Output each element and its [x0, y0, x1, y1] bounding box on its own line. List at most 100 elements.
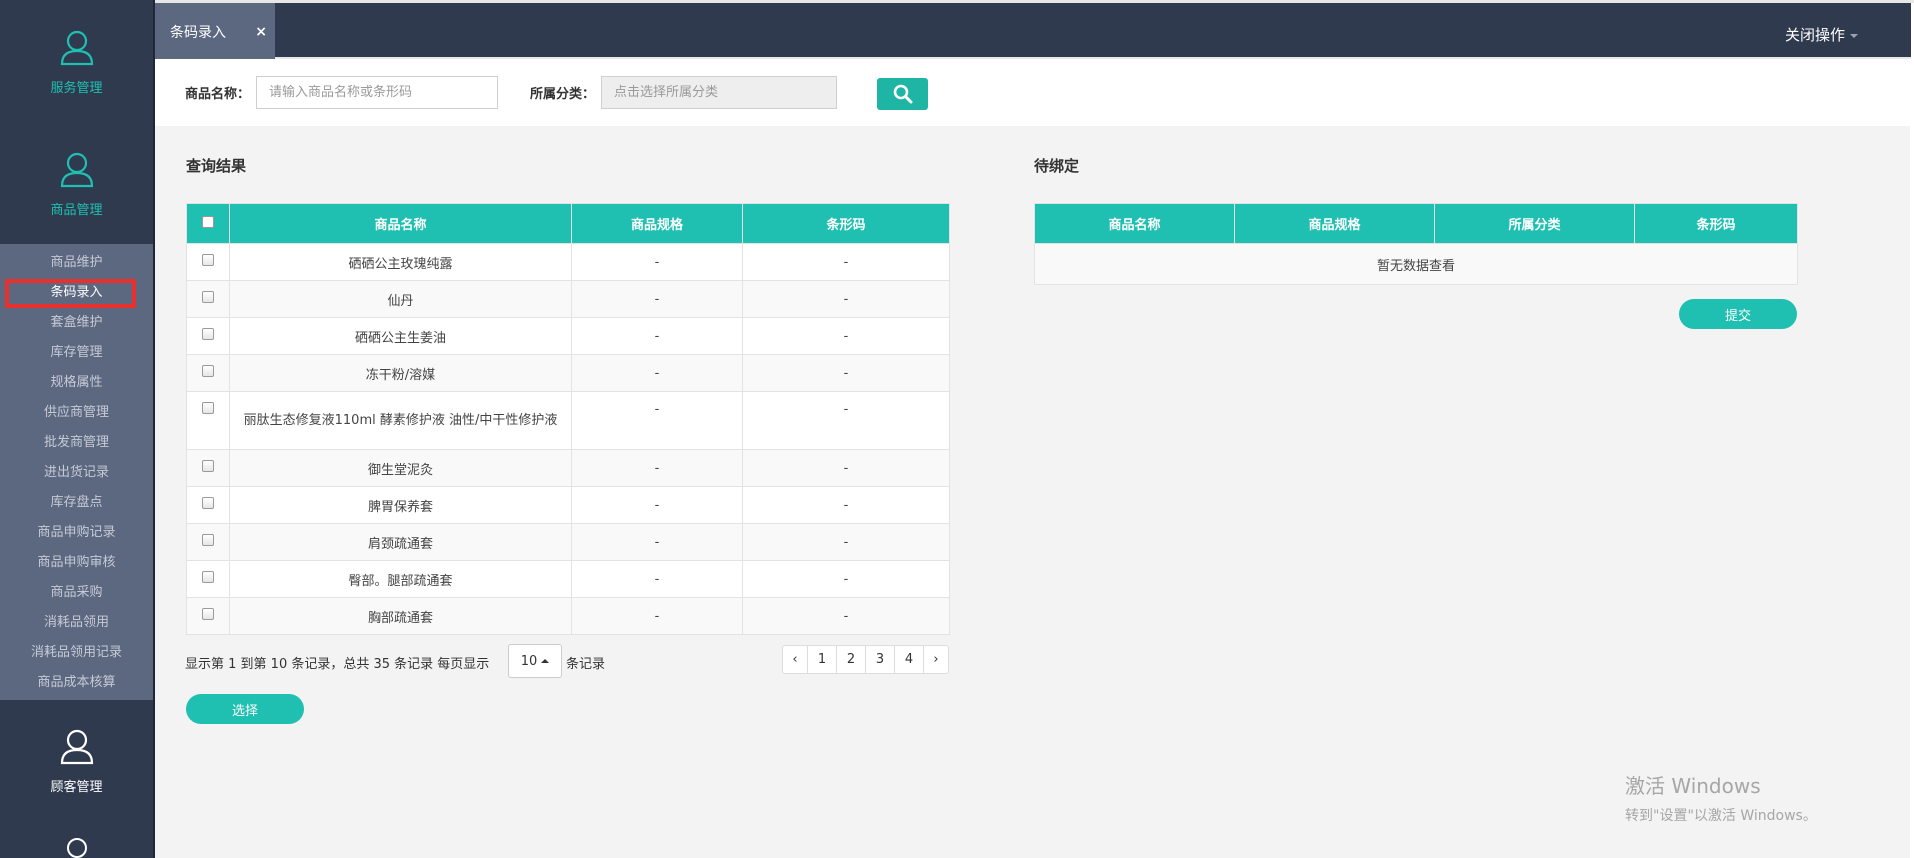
table-row[interactable]: 臀部。腿部疏通套 - - — [186, 560, 950, 598]
page-size-select[interactable]: 10 — [508, 644, 562, 678]
sidebar-module-more[interactable] — [0, 820, 153, 858]
submenu-item-procurement[interactable]: 商品采购 — [0, 578, 153, 608]
table-row[interactable]: 硒硒公主玫瑰纯露 - - — [186, 243, 950, 281]
table-row[interactable]: 冻干粉/溶媒 - - — [186, 354, 950, 392]
submenu-item-goods-maintenance[interactable]: 商品维护 — [0, 248, 153, 278]
barcode-cell: - — [742, 449, 950, 487]
page-button-2[interactable]: 2 — [836, 645, 866, 674]
page-button-4[interactable]: 4 — [894, 645, 924, 674]
submenu-item-suppliers[interactable]: 供应商管理 — [0, 398, 153, 428]
close-operations-label: 关闭操作 — [1784, 26, 1845, 44]
scrollbar[interactable] — [1910, 59, 1914, 858]
pending-header-row: 商品名称 商品规格 所属分类 条形码 — [1034, 203, 1798, 244]
row-checkbox[interactable] — [202, 365, 214, 377]
page-button-1[interactable]: 1 — [807, 645, 837, 674]
sidebar-module-goods[interactable]: 商品管理 — [0, 122, 153, 244]
column-header-barcode[interactable]: 条形码 — [742, 203, 950, 244]
table-row[interactable]: 硒硒公主生姜油 - - — [186, 317, 950, 355]
barcode-cell: - — [742, 280, 950, 318]
next-page-button[interactable]: › — [923, 645, 949, 674]
column-header-spec[interactable]: 商品规格 — [1234, 203, 1435, 244]
submenu-item-consumables[interactable]: 消耗品领用 — [0, 608, 153, 638]
product-name-cell: 肩颈疏通套 — [229, 523, 572, 561]
column-header-name[interactable]: 商品名称 — [229, 203, 572, 244]
checkbox-cell — [186, 597, 230, 635]
category-input[interactable] — [601, 76, 837, 109]
tab-label: 条码录入 — [170, 24, 226, 41]
results-header-row: 商品名称 商品规格 条形码 — [186, 203, 950, 244]
goods-submenu: 商品维护 条码录入 套盒维护 库存管理 规格属性 供应商管理 批发商管理 进出货… — [0, 244, 153, 700]
table-row[interactable]: 丽肽生态修复液110ml 酵素修护液 油性/中干性修护液 - - — [186, 391, 950, 450]
select-button[interactable]: 选择 — [186, 694, 304, 724]
submenu-item-barcode-entry[interactable]: 条码录入 — [0, 278, 153, 308]
table-row[interactable]: 御生堂泥灸 - - — [186, 449, 950, 487]
submit-button[interactable]: 提交 — [1679, 299, 1797, 329]
submenu-item-purchase-review[interactable]: 商品申购审核 — [0, 548, 153, 578]
row-checkbox[interactable] — [202, 608, 214, 620]
submenu-item-wholesalers[interactable]: 批发商管理 — [0, 428, 153, 458]
sidebar-module-customer[interactable]: 顾客管理 — [0, 700, 153, 820]
row-checkbox[interactable] — [202, 460, 214, 472]
top-bar: 条码录入 × 关闭操作 — [155, 0, 1914, 60]
product-name-input[interactable] — [256, 76, 498, 109]
row-checkbox[interactable] — [202, 534, 214, 546]
select-all-checkbox[interactable] — [202, 215, 214, 228]
row-checkbox[interactable] — [202, 328, 214, 340]
category-label: 所属分类： — [530, 87, 596, 102]
submenu-item-stocktaking[interactable]: 库存盘点 — [0, 488, 153, 518]
sidebar-module-service[interactable]: 服务管理 — [0, 0, 153, 122]
watermark-subtitle: 转到"设置"以激活 Windows。 — [1625, 808, 1817, 824]
caret-down-icon — [1850, 33, 1858, 38]
watermark-title: 激活 Windows — [1625, 774, 1761, 798]
submenu-item-cost-accounting[interactable]: 商品成本核算 — [0, 668, 153, 698]
row-checkbox[interactable] — [202, 571, 214, 583]
pagination-info: 显示第 1 到第 10 条记录，总共 35 条记录 每页显示 — [185, 657, 490, 672]
table-row[interactable]: 胸部疏通套 - - — [186, 597, 950, 635]
sidebar-module-label: 顾客管理 — [50, 779, 103, 795]
pending-table: 商品名称 商品规格 所属分类 条形码 暂无数据查看 — [1034, 203, 1798, 285]
sidebar-module-label: 服务管理 — [50, 80, 103, 96]
submenu-item-purchase-requests[interactable]: 商品申购记录 — [0, 518, 153, 548]
column-header-barcode[interactable]: 条形码 — [1634, 203, 1798, 244]
product-name-label: 商品名称： — [185, 87, 251, 102]
row-checkbox[interactable] — [202, 254, 214, 266]
product-name-cell: 硒硒公主生姜油 — [229, 317, 572, 355]
column-header-spec[interactable]: 商品规格 — [571, 203, 743, 244]
table-row[interactable]: 仙丹 - - — [186, 280, 950, 318]
row-checkbox[interactable] — [202, 291, 214, 303]
close-operations-dropdown[interactable]: 关闭操作 — [1785, 24, 1858, 45]
search-button[interactable] — [877, 78, 928, 110]
page-size-suffix: 条记录 — [566, 657, 606, 672]
product-name-cell: 硒硒公主玫瑰纯露 — [229, 243, 572, 281]
checkbox-cell — [186, 560, 230, 598]
prev-page-button[interactable]: ‹ — [782, 645, 808, 674]
sidebar: 服务管理 商品管理 商品维护 条码录入 套盒维护 库存管理 规格属性 供应商管理… — [0, 0, 155, 858]
product-name-cell: 胸部疏通套 — [229, 597, 572, 635]
table-row[interactable]: 肩颈疏通套 - - — [186, 523, 950, 561]
product-name-cell: 御生堂泥灸 — [229, 449, 572, 487]
column-header-name[interactable]: 商品名称 — [1034, 203, 1235, 244]
column-header-category[interactable]: 所属分类 — [1434, 203, 1635, 244]
empty-row: 暂无数据查看 — [1034, 243, 1798, 285]
product-name-cell: 仙丹 — [229, 280, 572, 318]
page-button-3[interactable]: 3 — [865, 645, 895, 674]
row-checkbox[interactable] — [202, 497, 214, 509]
submenu-item-set-maintenance[interactable]: 套盒维护 — [0, 308, 153, 338]
checkbox-cell — [186, 486, 230, 524]
product-spec-cell: - — [571, 523, 743, 561]
table-row[interactable]: 脾胃保养套 - - — [186, 486, 950, 524]
checkbox-cell — [186, 243, 230, 281]
product-name-cell: 冻干粉/溶媒 — [229, 354, 572, 392]
submenu-item-consumables-records[interactable]: 消耗品领用记录 — [0, 638, 153, 668]
close-icon[interactable]: × — [255, 24, 267, 40]
product-spec-cell: - — [571, 449, 743, 487]
checkbox-cell — [186, 317, 230, 355]
tab-barcode-entry[interactable]: 条码录入 × — [155, 3, 275, 60]
submenu-item-spec-attributes[interactable]: 规格属性 — [0, 368, 153, 398]
row-checkbox[interactable] — [202, 402, 214, 414]
pagination: ‹ 1 2 3 4 › — [782, 645, 949, 674]
empty-message: 暂无数据查看 — [1034, 243, 1798, 285]
submenu-item-stock-records[interactable]: 进出货记录 — [0, 458, 153, 488]
page-size-value: 10 — [520, 653, 538, 669]
submenu-item-inventory[interactable]: 库存管理 — [0, 338, 153, 368]
